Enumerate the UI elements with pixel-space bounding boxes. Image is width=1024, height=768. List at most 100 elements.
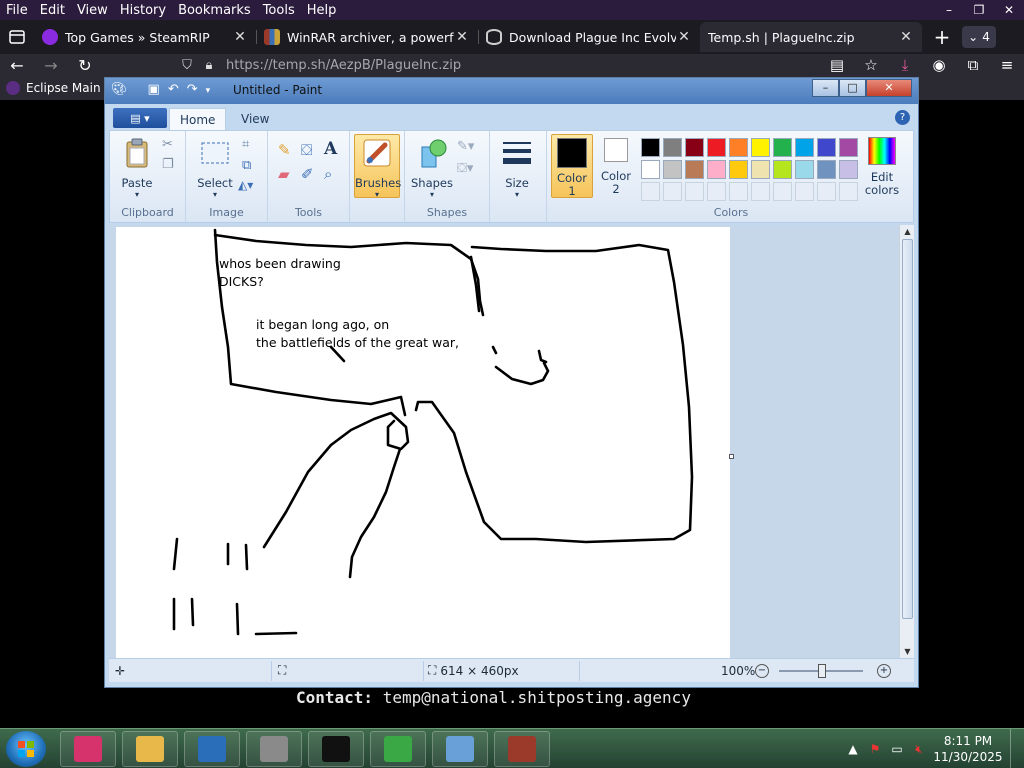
tracking-protection-icon[interactable]: ⛉: [176, 58, 198, 73]
volume-muted-icon[interactable]: 🔇︎: [908, 742, 930, 757]
paint-maximize-button[interactable]: □: [839, 79, 866, 97]
tab-close-icon[interactable]: ✕: [232, 29, 248, 45]
taskbar-app-paint[interactable]: [432, 731, 488, 767]
paint-app-icon[interactable]: 🎨︎: [111, 82, 128, 100]
show-hidden-icons-icon[interactable]: ▲: [842, 742, 864, 756]
tab-count-button[interactable]: ⌄ 4: [962, 26, 996, 48]
minimize-button[interactable]: –: [934, 0, 964, 20]
shapes-button[interactable]: Shapes ▾: [409, 137, 455, 199]
menu-history[interactable]: History: [114, 3, 172, 18]
bookmark-eclipse[interactable]: Eclipse Main S: [0, 81, 112, 95]
palette-swatch[interactable]: [729, 160, 748, 179]
rotate-icon[interactable]: ◭▾: [238, 178, 256, 196]
color2-button[interactable]: Color 2: [595, 134, 637, 196]
menu-bookmarks[interactable]: Bookmarks: [172, 3, 257, 18]
paint-minimize-button[interactable]: –: [812, 79, 839, 97]
select-button[interactable]: Select ▾: [192, 137, 238, 199]
action-center-flag-icon[interactable]: ⚑: [864, 742, 886, 756]
palette-swatch-empty[interactable]: [729, 182, 748, 201]
taskbar-app-snake[interactable]: [370, 731, 426, 767]
palette-swatch[interactable]: [751, 160, 770, 179]
paste-button[interactable]: Paste ▾: [114, 137, 160, 199]
palette-swatch[interactable]: [773, 138, 792, 157]
downloads-icon[interactable]: ⤓: [888, 56, 922, 74]
menu-edit[interactable]: Edit: [34, 3, 71, 18]
taskbar-app-firefox-developer[interactable]: [60, 731, 116, 767]
palette-swatch[interactable]: [707, 160, 726, 179]
palette-swatch-empty[interactable]: [751, 182, 770, 201]
scrollbar-thumb[interactable]: [902, 239, 913, 619]
palette-swatch-empty[interactable]: [707, 182, 726, 201]
paint-window[interactable]: 🎨︎ ▣ ↶ ↷ ▾ Untitled - Paint – □ ✕ ▤ ▾ Ho…: [104, 77, 919, 688]
paint-close-button[interactable]: ✕: [866, 79, 912, 97]
palette-swatch[interactable]: [817, 138, 836, 157]
back-button[interactable]: ←: [0, 56, 34, 75]
magnifier-icon[interactable]: ⌕: [324, 165, 342, 183]
palette-swatch-empty[interactable]: [795, 182, 814, 201]
palette-swatch[interactable]: [839, 160, 858, 179]
copy-icon[interactable]: ❐: [162, 157, 180, 175]
cut-icon[interactable]: ✂: [162, 137, 180, 155]
palette-swatch[interactable]: [751, 138, 770, 157]
reload-button[interactable]: ↻: [68, 56, 102, 75]
tab-steamrip[interactable]: Top Games » SteamRIP ✕: [34, 22, 256, 52]
resize-icon[interactable]: ⧉: [242, 158, 260, 176]
menu-tools[interactable]: Tools: [257, 3, 301, 18]
eraser-icon[interactable]: ▰: [278, 165, 296, 183]
close-button[interactable]: ✕: [994, 0, 1024, 20]
help-icon[interactable]: ?: [895, 110, 910, 125]
tab-close-icon[interactable]: ✕: [898, 29, 914, 45]
customize-qat-icon[interactable]: ▾: [206, 82, 211, 100]
palette-swatch-empty[interactable]: [641, 182, 660, 201]
zoom-in-icon[interactable]: +: [877, 663, 891, 678]
palette-swatch[interactable]: [641, 138, 660, 157]
palette-swatch-empty[interactable]: [817, 182, 836, 201]
palette-swatch[interactable]: [685, 138, 704, 157]
color-picker-icon[interactable]: ✐: [301, 165, 319, 183]
extensions-icon[interactable]: ⧉: [956, 56, 990, 74]
palette-swatch[interactable]: [795, 160, 814, 179]
paint-titlebar[interactable]: 🎨︎ ▣ ↶ ↷ ▾ Untitled - Paint – □ ✕: [105, 78, 918, 104]
palette-swatch[interactable]: [729, 138, 748, 157]
palette-swatch[interactable]: [839, 138, 858, 157]
new-tab-button[interactable]: +: [928, 25, 956, 49]
bookmark-star-icon[interactable]: ☆: [854, 56, 888, 74]
taskbar-app-explorer[interactable]: [122, 731, 178, 767]
edit-colors-button[interactable]: Edit colors: [857, 137, 907, 197]
quick-save-icon[interactable]: ▣: [148, 82, 160, 100]
palette-swatch[interactable]: [641, 160, 660, 179]
zoom-out-icon[interactable]: −: [755, 663, 769, 678]
scroll-down-icon[interactable]: ▼: [900, 647, 914, 656]
tab-close-icon[interactable]: ✕: [454, 29, 470, 45]
palette-swatch[interactable]: [663, 160, 682, 179]
palette-swatch-empty[interactable]: [685, 182, 704, 201]
lock-icon[interactable]: 🔒︎: [198, 58, 220, 73]
menu-view[interactable]: View: [71, 3, 114, 18]
brushes-button[interactable]: Brushes ▾: [354, 134, 401, 199]
size-button[interactable]: Size ▾: [494, 137, 540, 199]
taskbar-app-bricks[interactable]: [246, 731, 302, 767]
system-clock[interactable]: 8:11 PM 11/30/2025: [930, 733, 1006, 765]
paint-file-menu-button[interactable]: ▤ ▾: [113, 108, 167, 128]
palette-swatch[interactable]: [685, 160, 704, 179]
pencil-icon[interactable]: ✎: [278, 141, 296, 159]
taskbar-app-winrar[interactable]: [494, 731, 550, 767]
scroll-up-icon[interactable]: ▲: [900, 227, 914, 236]
start-button[interactable]: [6, 731, 46, 767]
fill-icon[interactable]: ⛋▾: [457, 161, 475, 179]
url-text[interactable]: https://temp.sh/AezpB/PlagueInc.zip: [226, 58, 461, 73]
menu-help[interactable]: Help: [301, 3, 343, 18]
text-tool-icon[interactable]: A: [324, 139, 342, 159]
redo-icon[interactable]: ↷: [187, 82, 198, 100]
palette-swatch[interactable]: [773, 160, 792, 179]
url-bar[interactable]: ⛉ 🔒︎ https://temp.sh/AezpB/PlagueInc.zip: [176, 54, 816, 76]
tab-close-icon[interactable]: ✕: [676, 29, 692, 45]
palette-swatch[interactable]: [663, 138, 682, 157]
palette-swatch[interactable]: [817, 160, 836, 179]
canvas-resize-handle[interactable]: [729, 454, 734, 459]
ribbon-tab-home[interactable]: Home: [169, 108, 227, 130]
crop-icon[interactable]: ⌗: [242, 137, 260, 155]
tab-plague-download[interactable]: Download Plague Inc Evolved S ✕: [478, 22, 700, 52]
restore-button[interactable]: ❐: [964, 0, 994, 20]
taskbar-app-internet[interactable]: [184, 731, 240, 767]
